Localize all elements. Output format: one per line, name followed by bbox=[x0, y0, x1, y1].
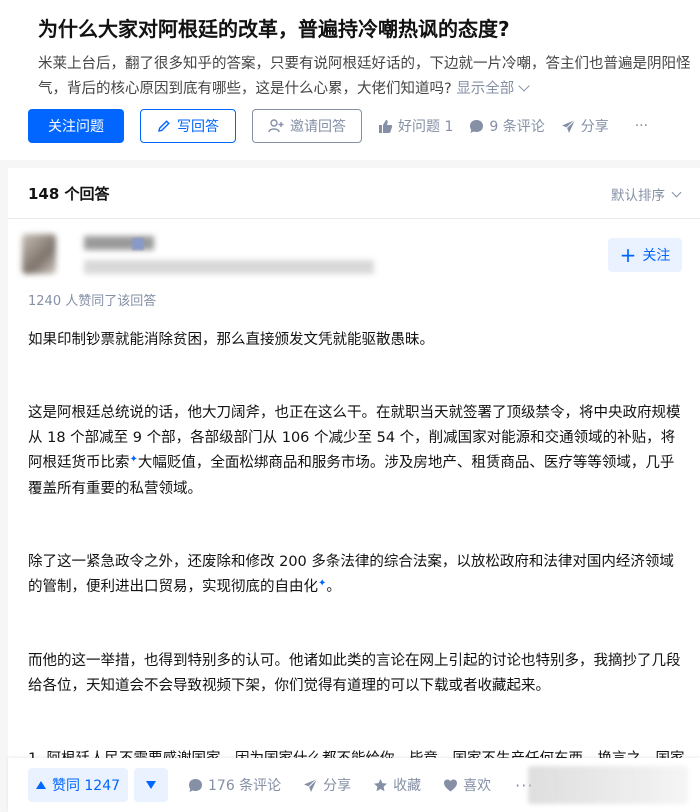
divider bbox=[8, 218, 700, 219]
heart-icon bbox=[444, 779, 458, 791]
answer-share-label: 分享 bbox=[323, 778, 352, 794]
star-icon bbox=[374, 778, 388, 791]
question-title[interactable]: 为什么大家对阿根廷的改革，普遍持冷嘲热讽的态度? bbox=[38, 14, 678, 44]
question-actions: 关注问题 写回答 邀请回答 好问题 1 9 条评论 分享 ··· bbox=[28, 109, 648, 143]
paragraph: 除了这一紧急政令之外，还废除和修改 200 多条法律的综合法案，以放松政府和法律… bbox=[28, 550, 688, 601]
follow-author-button[interactable]: + 关注 bbox=[608, 238, 682, 272]
sort-dropdown[interactable]: 默认排序 bbox=[611, 184, 682, 204]
chevron-down-icon bbox=[671, 187, 682, 197]
favorite-label: 收藏 bbox=[393, 778, 422, 794]
invite-answer-button[interactable]: 邀请回答 bbox=[252, 109, 362, 143]
triangle-down-icon bbox=[146, 781, 156, 789]
like-button[interactable]: 喜欢 bbox=[443, 775, 491, 795]
paragraph: 这是阿根廷总统说的话，他大刀阔斧，也正在这么干。在就职当天就签署了顶级禁令，将中… bbox=[28, 401, 688, 502]
answer-count: 148 个回答 bbox=[28, 185, 110, 203]
period: 。 bbox=[326, 579, 341, 595]
paragraph: 而他的这一举措，也得到特别多的认可。他诸如此类的言论在网上引起的讨论也特别多，我… bbox=[28, 653, 681, 694]
downvote-button[interactable] bbox=[134, 768, 168, 802]
add-user-icon bbox=[268, 119, 284, 133]
question-description-text: 米莱上台后，翻了很多知乎的答案，只要有说阿根廷好话的，下边就一片冷嘲，答主们也普… bbox=[38, 56, 691, 97]
share-icon bbox=[561, 119, 576, 133]
show-all-link[interactable]: 显示全部 bbox=[456, 80, 530, 97]
answer-content: 如果印制钞票就能消除贫困，那么直接颁发文凭就能驱散愚昧。 这是阿根廷总统说的话，… bbox=[28, 328, 688, 812]
answer-comments-label: 176 条评论 bbox=[208, 778, 282, 794]
triangle-up-icon bbox=[35, 781, 46, 789]
answer-share-button[interactable]: 分享 bbox=[303, 775, 351, 795]
answer-list: 148 个回答 默认排序 + 关注 1240 人赞同了该回答 如果印制钞票就能消… bbox=[8, 168, 700, 812]
author-badge-icon bbox=[132, 238, 144, 250]
answer-action-bar: 赞同 1247 176 条评论 分享 收藏 喜欢 ··· bbox=[8, 758, 700, 812]
like-label: 喜欢 bbox=[463, 778, 492, 794]
plus-icon: + bbox=[619, 243, 637, 267]
question-share-button[interactable]: 分享 bbox=[561, 116, 609, 136]
write-answer-label: 写回答 bbox=[177, 119, 219, 135]
write-answer-button[interactable]: 写回答 bbox=[140, 109, 236, 143]
question-more-button[interactable]: ··· bbox=[635, 118, 648, 134]
thumbs-up-icon bbox=[379, 119, 393, 133]
watermark bbox=[528, 766, 688, 804]
avatar[interactable] bbox=[22, 234, 56, 274]
question-share-label: 分享 bbox=[580, 119, 609, 135]
paragraph-text: 除了这一紧急政令之外，还废除和修改 200 多条法律的综合法案，以放松政府和法律… bbox=[28, 554, 674, 595]
follow-question-button[interactable]: 关注问题 bbox=[28, 109, 124, 143]
favorite-button[interactable]: 收藏 bbox=[373, 775, 421, 795]
sort-label: 默认排序 bbox=[611, 188, 665, 204]
author-headline bbox=[84, 260, 374, 274]
chevron-down-icon bbox=[518, 80, 530, 92]
paragraph: 如果印制钞票就能消除贫困，那么直接颁发文凭就能驱散愚昧。 bbox=[28, 332, 434, 348]
follow-author-label: 关注 bbox=[642, 248, 671, 264]
upvote-button[interactable]: 赞同 1247 bbox=[28, 768, 128, 802]
question-comments-label: 9 条评论 bbox=[489, 119, 545, 135]
sparkle-icon[interactable]: ✦ bbox=[130, 454, 138, 465]
comment-icon bbox=[189, 778, 202, 792]
answer-comments-button[interactable]: 176 条评论 bbox=[188, 775, 281, 795]
share-icon bbox=[304, 778, 318, 792]
upvote-label: 赞同 1247 bbox=[51, 778, 121, 794]
show-all-label: 显示全部 bbox=[456, 81, 515, 97]
invite-answer-label: 邀请回答 bbox=[290, 119, 346, 135]
pencil-icon bbox=[158, 120, 170, 132]
sparkle-icon[interactable]: ✦ bbox=[318, 578, 326, 589]
good-question-button[interactable]: 好问题 1 bbox=[378, 116, 453, 136]
question-description: 米莱上台后，翻了很多知乎的答案，只要有说阿根廷好话的，下边就一片冷嘲，答主们也普… bbox=[38, 52, 696, 102]
comment-icon bbox=[470, 119, 484, 133]
good-question-label: 好问题 1 bbox=[398, 119, 454, 135]
question-comments-button[interactable]: 9 条评论 bbox=[469, 116, 545, 136]
question-header: 为什么大家对阿根廷的改革，普遍持冷嘲热讽的态度? 米莱上台后，翻了很多知乎的答案… bbox=[0, 0, 700, 160]
voters-count[interactable]: 1240 人赞同了该回答 bbox=[28, 290, 156, 309]
